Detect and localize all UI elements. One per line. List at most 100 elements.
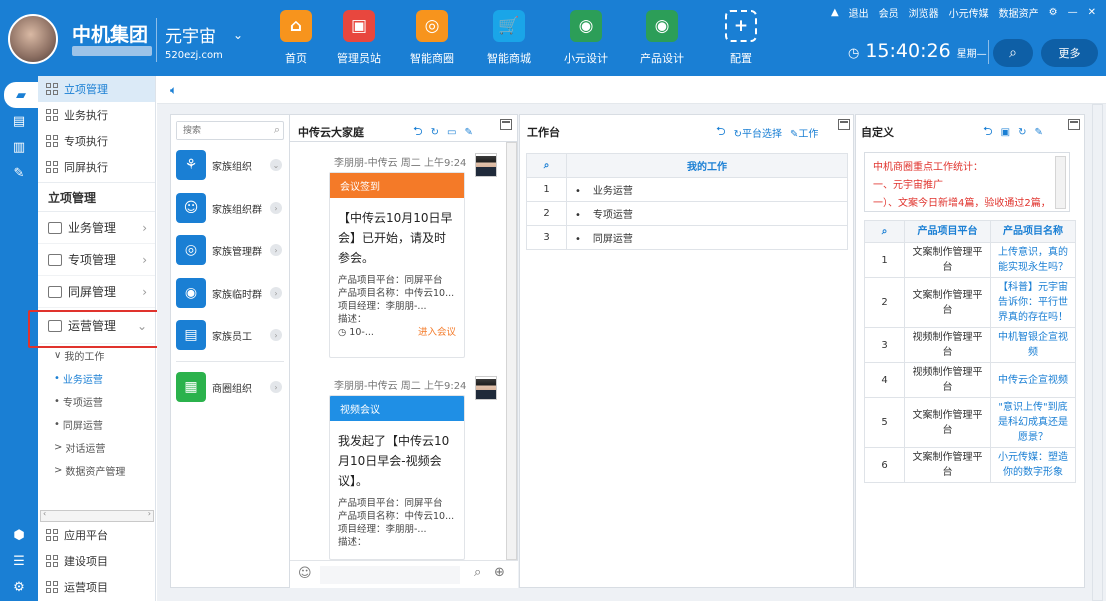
link-browser[interactable]: 浏览器	[909, 5, 939, 20]
nav-item-5[interactable]: ◉ 产品设计	[634, 10, 690, 70]
contact-category[interactable]: ▦ 商圈组织 ›	[176, 372, 282, 402]
link-member[interactable]: 会员	[879, 5, 899, 20]
chevron-right-icon[interactable]: ›	[270, 329, 282, 341]
export-icon[interactable]: ▣	[1001, 127, 1010, 138]
project-name-link[interactable]: 中机智银企宣视频	[990, 327, 1076, 363]
edit-icon[interactable]: ✎	[1034, 127, 1042, 138]
project-name-link[interactable]: "意识上传"到底是科幻成真还是愿景？	[990, 397, 1076, 448]
close-icon[interactable]: ✕	[1088, 7, 1096, 18]
sidebar-subitem[interactable]: • 业务运营	[38, 367, 155, 390]
search-icon[interactable]: ⌕	[864, 220, 905, 243]
triangle-icon[interactable]: ▲	[831, 7, 839, 18]
sidebar-subitem[interactable]: • 同屏运营	[38, 413, 155, 436]
sender-avatar[interactable]	[475, 153, 497, 177]
work-button[interactable]: ✎工作	[790, 125, 818, 140]
chat-input[interactable]	[320, 566, 460, 584]
sidebar-item-construction[interactable]: 建设项目	[38, 548, 156, 574]
chevron-right-icon[interactable]: ›	[270, 244, 282, 256]
sidebar-item-special-exec[interactable]: 专项执行	[38, 128, 155, 154]
nav-item-3[interactable]: 🛒 智能商城	[481, 10, 537, 70]
minimize-panel-button[interactable]	[838, 119, 850, 130]
table-row[interactable]: 2 • 专项运营	[526, 201, 848, 226]
cube-icon[interactable]: ⬢	[0, 522, 38, 548]
sidebar-item-project-mgmt[interactable]: 立项管理	[38, 76, 155, 102]
project-name-link[interactable]: 中传云企宣视频	[990, 362, 1076, 398]
join-meeting-link[interactable]: 进入会议	[418, 326, 456, 339]
message-icon[interactable]: ▭	[447, 127, 456, 138]
sidebar-subitem[interactable]: • 专项运营	[38, 390, 155, 413]
sidebar-item-app-platform[interactable]: 应用平台	[38, 522, 156, 548]
contact-category[interactable]: ▤ 家族员工 ›	[176, 320, 282, 350]
table-row[interactable]: 1 • 业务运营	[526, 177, 848, 202]
search-icon[interactable]: ⌕	[274, 123, 280, 137]
chart-icon[interactable]: ▥	[0, 134, 38, 160]
sidebar-item-business-exec[interactable]: 业务执行	[38, 102, 155, 128]
minimize-panel-button[interactable]	[500, 119, 512, 130]
project-name-link[interactable]: 小元传媒：塑造你的数字形象	[990, 447, 1076, 483]
reply-icon[interactable]: ⮌	[983, 122, 993, 143]
link-logout[interactable]: 退出	[849, 5, 869, 20]
project-name-link[interactable]: 【科普】元宇宙告诉你：平行世界真的存在吗！	[990, 277, 1076, 328]
sidebar-group-business[interactable]: 业务管理 ›	[38, 212, 155, 244]
platform-select-button[interactable]: ↻平台选择	[734, 125, 782, 140]
nav-item-2[interactable]: ◎ 智能商圈	[404, 10, 460, 70]
link-media[interactable]: 小元传媒	[949, 5, 989, 20]
project-name-link[interactable]: 上传意识，真的能实现永生吗？	[990, 242, 1076, 278]
emoji-icon[interactable]: ☺	[298, 566, 312, 581]
sidebar-item-screen-exec[interactable]: 同屏执行	[38, 154, 155, 180]
briefcase-icon[interactable]: ▰	[4, 82, 38, 108]
more-button[interactable]: 更多	[1041, 39, 1098, 67]
chevron-down-icon[interactable]: ⌄	[233, 28, 243, 42]
refresh-icon[interactable]: ↻	[431, 127, 439, 138]
nav-item-4[interactable]: ◉ 小元设计	[558, 10, 614, 70]
reply-icon[interactable]: ⮌	[413, 122, 423, 143]
avatar[interactable]	[8, 14, 58, 64]
table-row[interactable]: 3 • 同屏运营	[526, 225, 848, 250]
metaverse-title[interactable]: 元宇宙	[165, 22, 216, 47]
list-icon[interactable]: ☰	[0, 548, 38, 574]
contact-category[interactable]: ◎ 家族管理群 ›	[176, 235, 282, 265]
chevron-right-icon[interactable]: ›	[270, 381, 282, 393]
table-row[interactable]: 3 视频制作管理平台 中机智银企宣视频	[864, 327, 1076, 363]
notice-scrollbar[interactable]	[1055, 156, 1066, 209]
table-row[interactable]: 2 文案制作管理平台 【科普】元宇宙告诉你：平行世界真的存在吗！	[864, 277, 1076, 328]
contact-category[interactable]: ☺ 家族组织群 ›	[176, 193, 282, 223]
contact-category[interactable]: ◉ 家族临时群 ›	[176, 278, 282, 308]
table-row[interactable]: 5 文案制作管理平台 "意识上传"到底是科幻成真还是愿景？	[864, 397, 1076, 448]
sidebar-subitem[interactable]: > 对话运营	[38, 436, 155, 459]
sidebar-group-special[interactable]: 专项管理 ›	[38, 244, 155, 276]
edit-icon[interactable]: ✎	[0, 160, 38, 186]
chevron-right-icon[interactable]: ›	[270, 287, 282, 299]
search-input[interactable]	[177, 122, 267, 139]
gear-icon[interactable]: ⚙	[1049, 7, 1058, 18]
settings-box-icon[interactable]: ⚙	[0, 574, 38, 600]
sidebar-group-screen[interactable]: 同屏管理 ›	[38, 276, 155, 308]
minimize-panel-button[interactable]	[1068, 119, 1080, 130]
sender-avatar[interactable]	[475, 376, 497, 400]
nav-item-1[interactable]: ▣ 管理员站	[331, 10, 387, 70]
refresh-icon[interactable]: ↻	[1018, 127, 1026, 138]
reply-icon[interactable]: ⮌	[716, 122, 726, 143]
chevron-down-icon[interactable]: ⌄	[270, 159, 282, 171]
add-icon[interactable]: ⊕	[494, 565, 505, 580]
horizontal-scrollbar[interactable]: ‹ ›	[40, 509, 154, 522]
nav-item-0[interactable]: ⌂ 首页	[268, 10, 324, 70]
sidebar-item-operation-project[interactable]: 运营项目	[38, 574, 156, 600]
chevron-right-icon[interactable]: ›	[270, 202, 282, 214]
table-row[interactable]: 6 文案制作管理平台 小元传媒：塑造你的数字形象	[864, 447, 1076, 483]
search-icon[interactable]: ⌕	[474, 565, 481, 580]
speaker-icon[interactable]: 🔈︎	[170, 83, 177, 98]
link-data-assets[interactable]: 数据资产	[999, 5, 1039, 20]
edit-icon[interactable]: ✎	[464, 127, 472, 138]
message-card[interactable]: 视频会议 我发起了【中传云10月10日早会-视频会议】。 产品项目平台：同屏平台…	[329, 395, 465, 560]
table-row[interactable]: 1 文案制作管理平台 上传意识，真的能实现永生吗？	[864, 242, 1076, 278]
table-row[interactable]: 4 视频制作管理平台 中传云企宣视频	[864, 362, 1076, 398]
chat-scrollbar[interactable]	[506, 142, 517, 560]
minimize-icon[interactable]: —	[1068, 7, 1078, 18]
nav-item-6[interactable]: + 配置	[713, 10, 769, 70]
document-icon[interactable]: ▤	[0, 108, 38, 134]
window-scrollbar[interactable]	[1092, 104, 1103, 601]
message-card[interactable]: 会议签到 【中传云10月10日早会】已开始，请及时参会。 产品项目平台：同屏平台…	[329, 172, 465, 358]
sidebar-subitem[interactable]: > 数据资产管理	[38, 459, 155, 482]
search-button[interactable]: ⌕	[993, 39, 1033, 67]
